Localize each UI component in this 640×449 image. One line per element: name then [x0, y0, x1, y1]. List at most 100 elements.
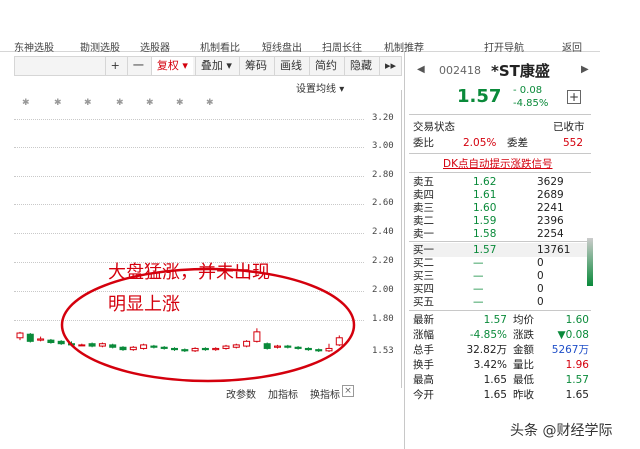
- divider: [409, 114, 591, 115]
- level-volume: 3629: [537, 176, 564, 188]
- candle[interactable]: [171, 347, 178, 351]
- level-price: —: [473, 296, 484, 308]
- divider: [409, 241, 591, 242]
- stat-label: 换手: [413, 359, 434, 371]
- candle[interactable]: [253, 331, 261, 342]
- level-price: 1.62: [473, 176, 497, 188]
- stat-value: 3.42%: [473, 359, 507, 371]
- stat-value: 32.82万: [466, 344, 507, 356]
- event-marker-icon[interactable]: ✱: [116, 98, 124, 108]
- menu-item[interactable]: 打开导航: [484, 40, 524, 52]
- candle[interactable]: [160, 346, 168, 349]
- event-marker-icon[interactable]: ✱: [22, 98, 30, 108]
- stat-label: 最低: [513, 374, 534, 386]
- level-price: 1.59: [473, 215, 497, 227]
- candle[interactable]: [191, 347, 199, 352]
- divider: [409, 153, 591, 154]
- stat-label: 涨幅: [413, 329, 434, 341]
- weibi-row: 委比 2.05% 委差 552: [413, 136, 589, 150]
- candle[interactable]: [37, 338, 45, 341]
- stat-label: 量比: [513, 359, 534, 371]
- candle[interactable]: [335, 337, 343, 346]
- last-price: 1.57: [457, 86, 502, 107]
- event-marker-icon[interactable]: ✱: [54, 98, 62, 108]
- event-marker-icon[interactable]: ✱: [84, 98, 92, 108]
- candle[interactable]: [47, 339, 55, 344]
- candle[interactable]: [88, 343, 96, 347]
- stat-label: 涨跌: [513, 329, 534, 341]
- stat-value: 1.57: [483, 314, 507, 326]
- candle[interactable]: [304, 347, 312, 351]
- level-label: 买二: [413, 257, 434, 269]
- menu-item[interactable]: 返回: [562, 40, 582, 52]
- bid-row: 买四 — 0: [413, 282, 589, 296]
- change-indicator-button[interactable]: 换指标: [310, 386, 340, 401]
- candle[interactable]: [232, 344, 240, 348]
- add-indicator-button[interactable]: 加指标: [268, 386, 298, 401]
- level-price: 1.61: [473, 189, 497, 201]
- close-icon[interactable]: ×: [342, 385, 354, 397]
- ask-row: 卖五 1.62 3629: [413, 175, 589, 189]
- level-label: 买一: [413, 244, 434, 256]
- status-label: 交易状态: [413, 121, 455, 133]
- candle[interactable]: [109, 344, 117, 348]
- annotation-line-2: 明显上涨: [108, 294, 180, 315]
- candle[interactable]: [222, 345, 230, 349]
- stock-name: *ST康盛: [491, 62, 550, 80]
- annotation-ellipse: [60, 267, 356, 383]
- candle[interactable]: [212, 347, 220, 351]
- candle[interactable]: [78, 344, 86, 347]
- stat-value: 5267万: [551, 344, 589, 356]
- stat-value: 1.96: [565, 359, 589, 371]
- watermark: 头条 @财经学际: [510, 423, 613, 439]
- level-label: 卖五: [413, 176, 434, 188]
- stat-value: 1.65: [565, 389, 589, 401]
- level-label: 卖一: [413, 228, 434, 240]
- level-label: 买三: [413, 270, 434, 282]
- candle[interactable]: [274, 345, 281, 348]
- candle[interactable]: [119, 346, 127, 351]
- candle[interactable]: [181, 349, 189, 352]
- candle[interactable]: [98, 343, 106, 347]
- event-marker-icon[interactable]: ✱: [206, 98, 214, 108]
- stock-code: 002418: [439, 64, 481, 77]
- candle[interactable]: [315, 349, 323, 352]
- status-value: 已收市: [553, 121, 585, 133]
- level-volume: 0: [537, 283, 544, 295]
- stat-label: 总手: [413, 344, 434, 356]
- next-stock-icon[interactable]: ▶: [581, 64, 589, 75]
- candle[interactable]: [325, 347, 333, 352]
- dk-signal-link[interactable]: DK点自动提示涨跌信号: [443, 156, 552, 171]
- bid-row: 买五 — 0: [413, 295, 589, 309]
- stat-value: ▼0.08: [557, 329, 589, 341]
- edit-params-button[interactable]: 改参数: [226, 386, 256, 401]
- candle[interactable]: [263, 343, 271, 349]
- candle[interactable]: [57, 340, 65, 345]
- candle[interactable]: [140, 344, 148, 349]
- candle[interactable]: [129, 346, 137, 351]
- prev-stock-icon[interactable]: ◀: [417, 64, 425, 75]
- add-watchlist-button[interactable]: +: [567, 90, 581, 104]
- event-marker-icon[interactable]: ✱: [176, 98, 184, 108]
- stat-value: 1.60: [565, 314, 589, 326]
- candle[interactable]: [16, 332, 24, 339]
- candle[interactable]: [26, 333, 34, 342]
- stat-label: 今开: [413, 389, 434, 401]
- stat-value: 1.57: [565, 374, 589, 386]
- candle[interactable]: [201, 347, 209, 351]
- ask-row: 卖二 1.59 2396: [413, 214, 589, 228]
- stat-label: 最高: [413, 374, 434, 386]
- ask-row: 卖三 1.60 2241: [413, 201, 589, 215]
- candle[interactable]: [243, 340, 251, 347]
- stat-row: 换手 3.42% 量比 1.96: [413, 358, 589, 372]
- level-volume: 2689: [537, 189, 564, 201]
- event-marker-icon[interactable]: ✱: [146, 98, 154, 108]
- candle[interactable]: [284, 345, 292, 348]
- level-label: 买四: [413, 283, 434, 295]
- scrollbar-thumb[interactable]: [587, 238, 593, 286]
- status-row: 交易状态 已收市: [413, 120, 589, 134]
- candle[interactable]: [294, 346, 302, 349]
- level-label: 买五: [413, 296, 434, 308]
- candle[interactable]: [150, 345, 158, 348]
- change-value: - 0.08: [513, 85, 543, 96]
